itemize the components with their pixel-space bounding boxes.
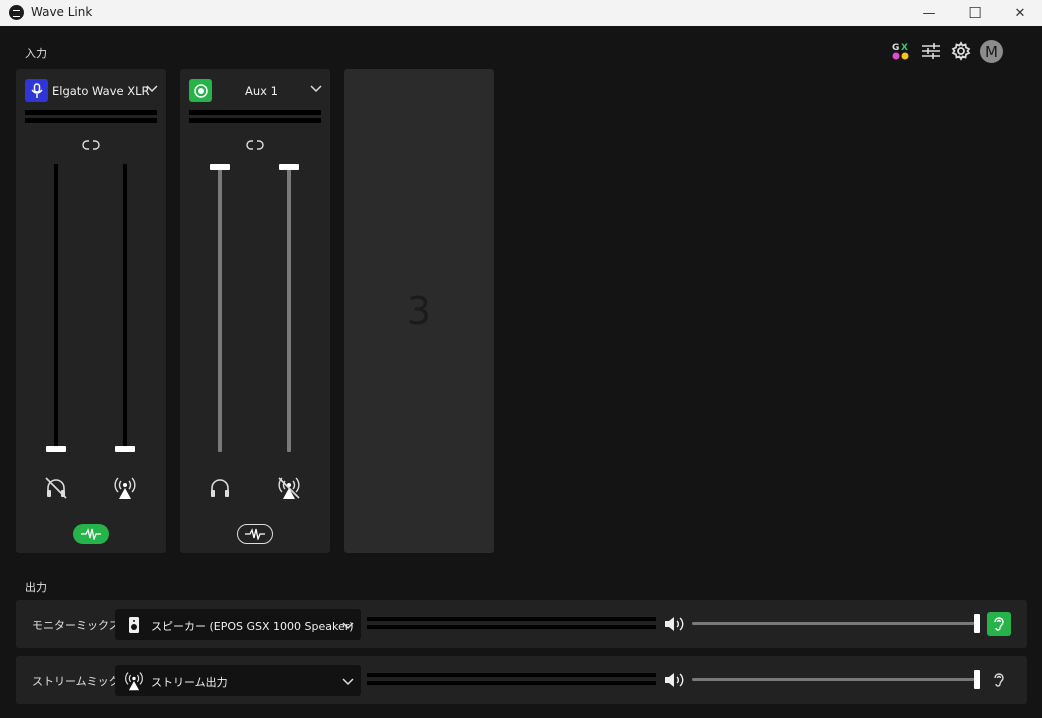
- output-row-stream: ストリームミックス ストリーム出力: [16, 656, 1027, 704]
- stream-fader-thumb[interactable]: [279, 164, 299, 170]
- effects-toggle[interactable]: [73, 524, 109, 544]
- link-icon[interactable]: [246, 139, 264, 151]
- broadcast-icon[interactable]: [112, 475, 138, 501]
- gx-icon[interactable]: G X: [890, 40, 912, 62]
- volume-icon[interactable]: [663, 615, 685, 633]
- headphones-muted-icon[interactable]: [43, 475, 69, 501]
- chevron-down-icon: [342, 622, 354, 630]
- monitor-fader-track[interactable]: [54, 164, 58, 452]
- stream-fader-thumb[interactable]: [115, 446, 135, 452]
- output-level-meter: [367, 617, 656, 621]
- maximize-button[interactable]: ☐: [952, 0, 998, 26]
- record-icon: [189, 79, 212, 102]
- level-meter: [25, 110, 157, 115]
- chevron-down-icon[interactable]: [309, 81, 323, 95]
- window-title: Wave Link: [31, 5, 93, 19]
- output-volume-thumb[interactable]: [974, 614, 980, 633]
- gear-icon[interactable]: [950, 40, 972, 62]
- channel-header[interactable]: Aux 1: [189, 79, 323, 102]
- output-device-select[interactable]: スピーカー (EPOS GSX 1000 Speaker): [115, 609, 361, 640]
- output-volume-slider[interactable]: [692, 678, 978, 681]
- input-channel-elgato: Elgato Wave XLR: [16, 69, 166, 553]
- speaker-icon: [129, 617, 139, 633]
- output-label: モニターミックス: [32, 619, 120, 632]
- channel-header[interactable]: Elgato Wave XLR: [25, 79, 159, 102]
- level-meter: [189, 118, 321, 123]
- output-section-title: 出力: [25, 581, 47, 594]
- broadcast-muted-icon[interactable]: [276, 475, 302, 501]
- sliders-icon[interactable]: [920, 40, 942, 62]
- effects-toggle[interactable]: [237, 524, 273, 544]
- output-volume-slider[interactable]: [692, 622, 978, 625]
- output-level-meter: [367, 673, 656, 677]
- close-button[interactable]: ✕: [997, 0, 1042, 26]
- headphones-icon[interactable]: [207, 475, 233, 501]
- channel-name: Aux 1: [245, 84, 278, 98]
- stream-fader-track[interactable]: [123, 164, 127, 452]
- stream-fader-track[interactable]: [287, 164, 291, 452]
- broadcast-icon: [125, 672, 143, 691]
- listen-toggle[interactable]: [987, 668, 1011, 692]
- minimize-button[interactable]: —: [906, 0, 952, 26]
- listen-toggle[interactable]: [987, 612, 1011, 636]
- monitor-fader-thumb[interactable]: [210, 164, 230, 170]
- monitor-fader-track[interactable]: [218, 164, 222, 452]
- output-device-select[interactable]: ストリーム出力: [115, 665, 361, 696]
- monitor-fader-thumb[interactable]: [46, 446, 66, 452]
- title-bar: Wave Link — ☐ ✕: [0, 0, 1042, 26]
- ear-icon: [994, 673, 1004, 687]
- ear-icon: [994, 617, 1004, 631]
- svg-text:X: X: [901, 43, 908, 53]
- output-level-meter: [367, 681, 656, 685]
- channel-name: Elgato Wave XLR: [52, 84, 150, 98]
- volume-icon[interactable]: [663, 671, 685, 689]
- wave-link-logo-icon: [9, 5, 24, 20]
- link-icon[interactable]: [82, 139, 100, 151]
- avatar[interactable]: M: [980, 40, 1003, 63]
- input-channel-aux: Aux 1: [180, 69, 330, 553]
- microphone-icon: [25, 79, 48, 102]
- output-level-meter: [367, 625, 656, 629]
- input-section-title: 入力: [25, 47, 47, 60]
- output-device-name: スピーカー (EPOS GSX 1000 Speaker): [151, 620, 354, 633]
- output-device-name: ストリーム出力: [151, 676, 228, 689]
- chevron-down-icon: [342, 678, 354, 686]
- chevron-down-icon[interactable]: [145, 81, 159, 95]
- waveform-icon: [245, 528, 265, 540]
- output-volume-thumb[interactable]: [974, 670, 980, 689]
- level-meter: [189, 110, 321, 115]
- output-row-monitor: モニターミックス スピーカー (EPOS GSX 1000 Speaker): [16, 600, 1027, 648]
- svg-text:G: G: [892, 43, 899, 53]
- level-meter: [25, 118, 157, 123]
- waveform-icon: [81, 528, 101, 540]
- add-channel-tile[interactable]: 3: [344, 69, 494, 553]
